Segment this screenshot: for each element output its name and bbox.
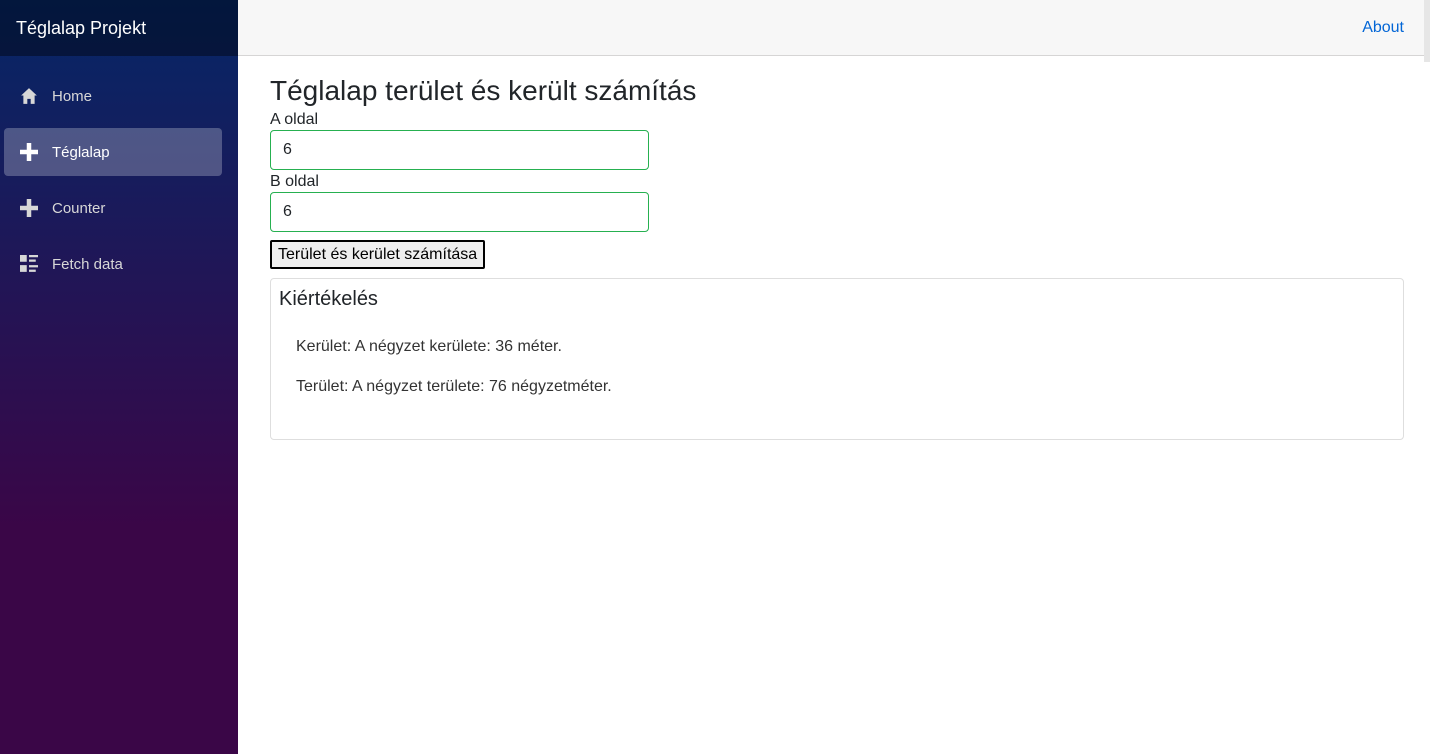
side-b-input[interactable]	[270, 192, 649, 232]
top-row: About	[238, 0, 1424, 56]
side-b-label: B oldal	[270, 173, 319, 190]
sidebar-item-label: Téglalap	[52, 143, 110, 161]
plus-icon	[20, 199, 38, 217]
sidebar-item-label: Home	[52, 87, 93, 105]
sidebar-item-counter[interactable]: Counter	[4, 184, 222, 232]
brand-bar: Téglalap Projekt	[0, 0, 238, 56]
page-title: Téglalap terület és került számítás	[270, 75, 697, 106]
perimeter-result: Kerület: A négyzet kerülete: 36 méter.	[296, 338, 562, 355]
sidebar: Téglalap Projekt Home Téglalap Counter F…	[0, 0, 238, 754]
sidebar-item-home[interactable]: Home	[4, 72, 222, 120]
sidebar-nav: Home Téglalap Counter Fetch data	[0, 56, 238, 288]
main-content: Téglalap terület és került számítás A ol…	[270, 56, 1404, 440]
side-a-input[interactable]	[270, 130, 649, 170]
sidebar-item-teglalap[interactable]: Téglalap	[4, 128, 222, 176]
result-card: Kiértékelés Kerület: A négyzet kerülete:…	[270, 278, 1404, 440]
sidebar-item-label: Counter	[52, 199, 106, 217]
sidebar-item-label: Fetch data	[52, 255, 123, 273]
calculate-button[interactable]: Terület és kerület számítása	[270, 240, 486, 269]
brand-link[interactable]: Téglalap Projekt	[16, 18, 146, 39]
scrollbar-track[interactable]	[1424, 0, 1430, 754]
result-card-title: Kiértékelés	[279, 288, 378, 310]
home-icon	[20, 87, 38, 105]
scrollbar-thumb[interactable]	[1424, 0, 1430, 62]
plus-icon	[20, 143, 38, 161]
area-result: Terület: A négyzet területe: 76 négyzetm…	[296, 378, 612, 395]
side-a-label: A oldal	[270, 111, 319, 128]
about-link[interactable]: About	[1362, 19, 1404, 37]
sidebar-item-fetch-data[interactable]: Fetch data	[4, 240, 222, 288]
list-rich-icon	[20, 255, 38, 273]
